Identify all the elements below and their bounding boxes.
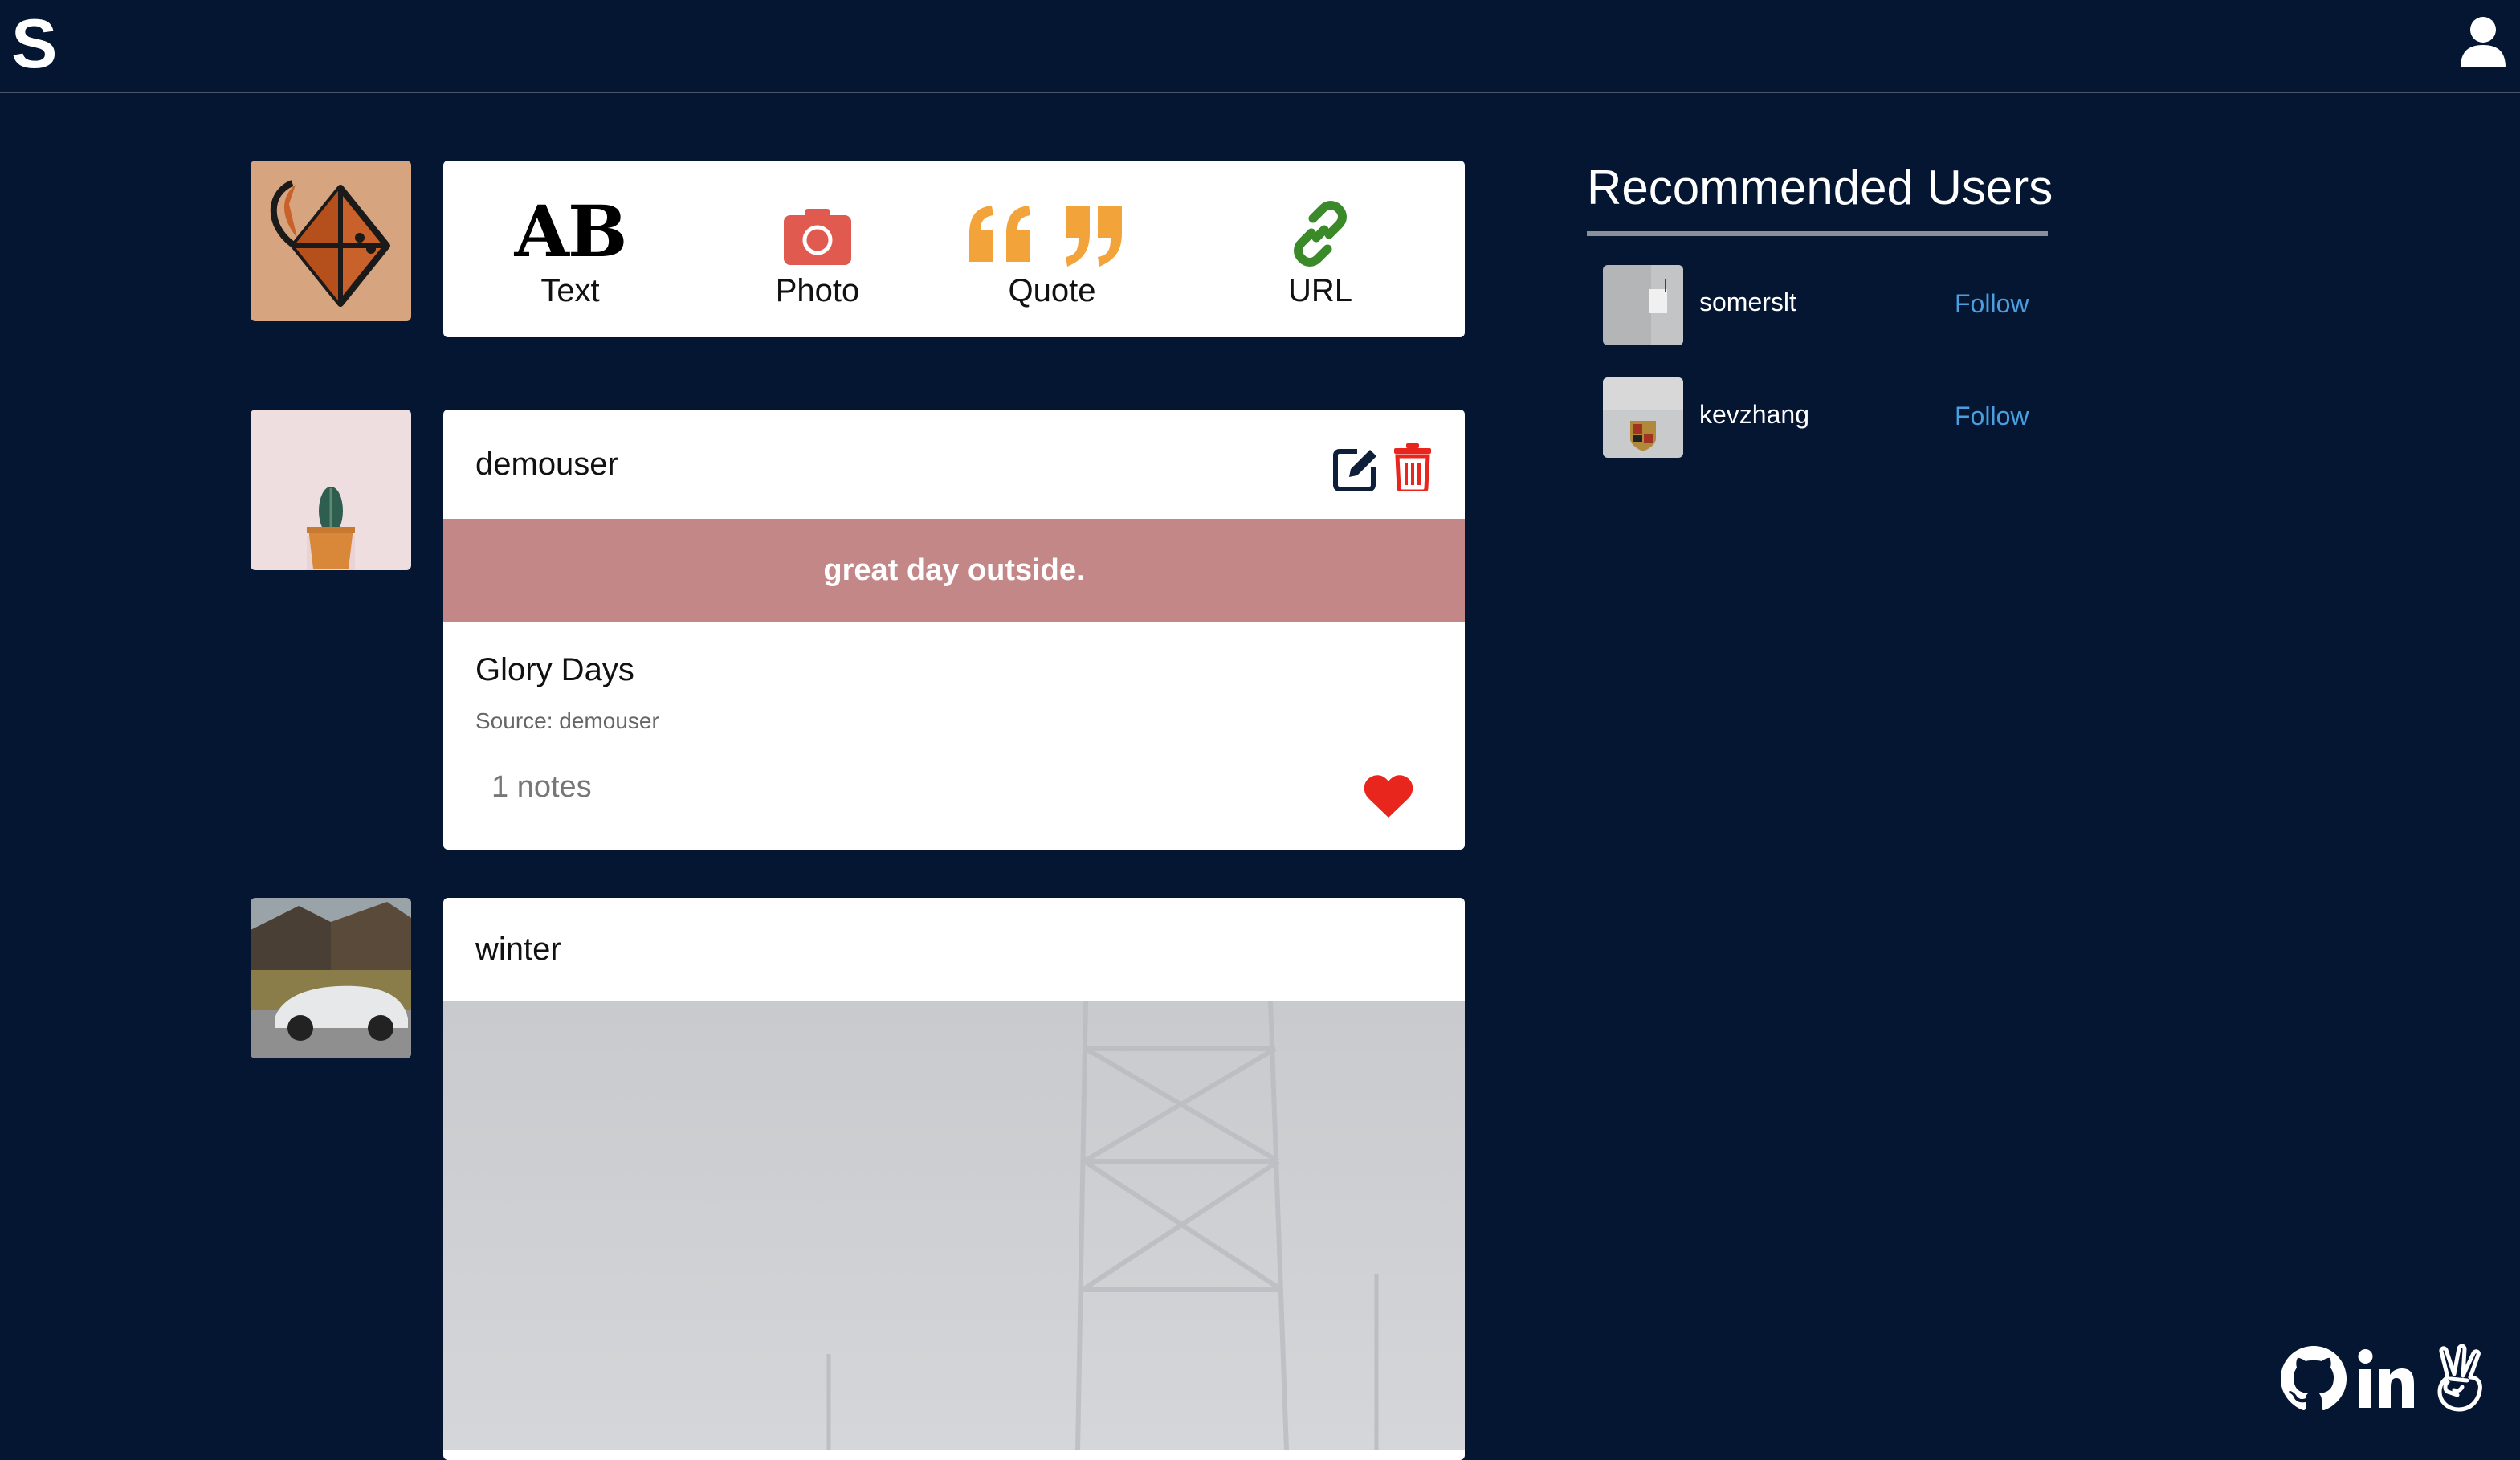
recommended-users-divider (1587, 231, 2048, 236)
edit-icon[interactable] (1333, 445, 1380, 491)
url-label: URL (1287, 273, 1353, 308)
cactus-avatar-image (251, 410, 411, 570)
post-author-avatar[interactable] (251, 898, 411, 1058)
quote-icon (969, 206, 1122, 267)
top-navigation-bar: S (0, 0, 2520, 93)
angellist-icon[interactable] (2435, 1341, 2486, 1415)
recommended-users-title: Recommended Users (1587, 161, 2053, 214)
post-card: winter (443, 898, 1465, 1460)
post-username[interactable]: demouser (475, 440, 618, 488)
post-body: Glory Days Source: demouser 1 notes (443, 622, 1465, 850)
recommended-user-avatar[interactable] (1603, 265, 1683, 345)
post-header: demouser (443, 410, 1465, 519)
text-icon: AB (514, 190, 628, 273)
follow-button[interactable]: Follow (1955, 288, 2029, 320)
recommended-user-name[interactable]: kevzhang (1699, 398, 1809, 430)
recommended-user-item: kevzhang Follow (1603, 377, 2037, 458)
photo-label: Photo (775, 273, 860, 308)
linkedin-icon[interactable] (2358, 1341, 2416, 1415)
new-photo-post-button[interactable]: Photo (737, 193, 898, 310)
post-header: winter (443, 898, 1465, 1001)
post-card: demouser great day outside. Glory Days S… (443, 410, 1465, 850)
recommended-user-name[interactable]: somerslt (1699, 286, 1796, 318)
post-username[interactable]: winter (475, 925, 561, 973)
post-type-chooser: AB Text Photo Quote URL (443, 161, 1465, 337)
quote-label: Quote (1008, 273, 1096, 308)
heart-icon[interactable] (1364, 774, 1413, 819)
trash-icon[interactable] (1394, 443, 1431, 491)
new-text-post-button[interactable]: AB Text (506, 193, 634, 310)
app-logo[interactable]: S (11, 10, 57, 79)
user-icon[interactable] (2459, 16, 2507, 69)
post-source[interactable]: Source: demouser (475, 707, 659, 736)
post-photo (443, 1001, 1465, 1450)
post-text-banner: great day outside. (443, 519, 1465, 622)
avatar-image (1603, 265, 1683, 345)
recommended-user-item: somerslt Follow (1603, 265, 2037, 345)
current-user-avatar[interactable] (251, 161, 411, 321)
follow-button[interactable]: Follow (1955, 400, 2029, 432)
new-quote-post-button[interactable]: Quote (948, 193, 1156, 310)
post-notes-count: 1 notes (491, 770, 592, 804)
post-author-avatar[interactable] (251, 410, 411, 570)
recommended-user-avatar[interactable] (1603, 377, 1683, 458)
new-url-post-button[interactable]: URL (1256, 193, 1384, 310)
post-title: Glory Days (475, 652, 634, 687)
car-avatar-image (251, 898, 411, 1058)
avatar-image (1603, 377, 1683, 458)
camera-icon (784, 209, 851, 265)
github-icon[interactable] (2281, 1341, 2347, 1415)
link-icon (1294, 201, 1347, 267)
text-label: Text (540, 273, 600, 308)
fox-avatar-image (251, 161, 411, 321)
